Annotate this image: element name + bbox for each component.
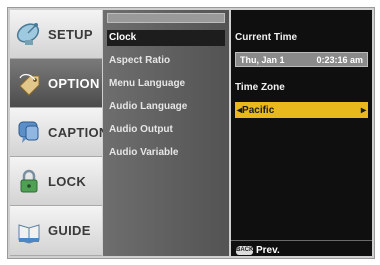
tab-caption-label: CAPTION (48, 124, 109, 140)
menu-item-menu-language[interactable]: Menu Language (107, 76, 225, 92)
right-arrow-icon[interactable]: ▸ (361, 105, 366, 116)
clock-settings-panel: Current Time Thu, Jan 1 0:23:16 am Time … (231, 10, 372, 256)
current-date: Thu, Jan 1 (240, 54, 285, 65)
current-time: 0:23:16 am (316, 54, 363, 65)
option-menu: Clock Aspect Ratio Menu Language Audio L… (103, 10, 229, 256)
tab-setup-label: SETUP (48, 26, 93, 42)
padlock-icon (20, 169, 38, 193)
time-zone-value: Pacific (242, 104, 275, 116)
menu-scroll-indicator (107, 13, 225, 23)
tab-guide-label: GUIDE (48, 223, 91, 238)
tag-icon (19, 73, 40, 96)
speech-bubble-icon (18, 121, 39, 143)
book-icon (18, 223, 40, 244)
tab-setup[interactable]: SETUP (10, 10, 102, 59)
footer-divider (231, 240, 372, 241)
tab-guide[interactable]: GUIDE (10, 206, 102, 256)
prev-label: Prev. (256, 245, 280, 256)
menu-item-audio-variable[interactable]: Audio Variable (107, 145, 225, 161)
menu-item-audio-language[interactable]: Audio Language (107, 99, 225, 115)
tab-lock-label: LOCK (48, 173, 87, 189)
tab-caption[interactable]: CAPTION (10, 108, 108, 157)
menu-item-aspect-ratio[interactable]: Aspect Ratio (107, 53, 225, 69)
current-time-display: Thu, Jan 1 0:23:16 am (235, 52, 368, 67)
current-time-heading: Current Time (235, 32, 298, 43)
tab-option-label: OPTION (48, 75, 100, 91)
tab-lock[interactable]: LOCK (10, 157, 102, 206)
osd-screen: SETUP OPTION CAPTION LOCK GUIDE Clock As… (7, 7, 375, 259)
time-zone-selector[interactable]: ◂Pacific ▸ (235, 102, 368, 118)
back-key-icon: BACK (236, 246, 254, 255)
menu-item-clock[interactable]: Clock (107, 30, 225, 46)
tab-column: SETUP OPTION CAPTION LOCK GUIDE (10, 10, 108, 256)
prev-hint: BACK Prev. (236, 245, 280, 256)
time-zone-heading: Time Zone (235, 82, 285, 93)
menu-item-audio-output[interactable]: Audio Output (107, 122, 225, 138)
satellite-dish-icon (16, 23, 40, 45)
tab-option[interactable]: OPTION (10, 59, 102, 108)
